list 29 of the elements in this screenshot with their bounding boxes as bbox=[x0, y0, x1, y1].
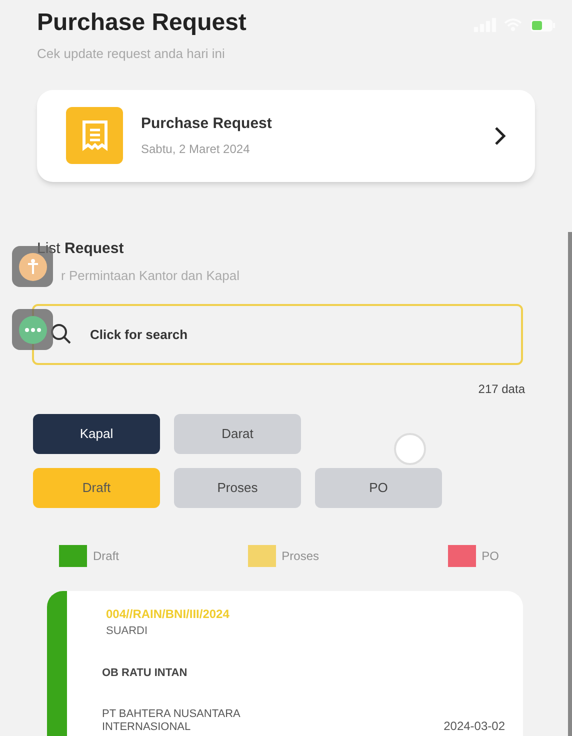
list-subtitle: r Permintaan Kantor dan Kapal bbox=[61, 267, 240, 285]
card-date: Sabtu, 2 Maret 2024 bbox=[141, 140, 251, 158]
legend-label: PO bbox=[482, 548, 499, 564]
legend-label: Proses bbox=[282, 548, 320, 564]
filter-button[interactable]: Proses bbox=[174, 468, 301, 508]
data-count: 217 data bbox=[478, 380, 525, 398]
search-icon bbox=[50, 322, 72, 344]
chevron-right-icon bbox=[494, 126, 506, 146]
page-title: Purchase Request bbox=[37, 8, 246, 38]
filter-button[interactable]: Draft bbox=[33, 468, 160, 508]
card-title: Purchase Request bbox=[141, 114, 273, 134]
filter-button[interactable]: Kapal bbox=[33, 414, 160, 454]
requester-name: SUARDI bbox=[106, 624, 149, 638]
vessel-name: OB RATU INTAN bbox=[102, 666, 188, 681]
request-number: 004//RAIN/BNI/III/2024 bbox=[106, 606, 230, 622]
list-title: List Request bbox=[37, 240, 124, 256]
page-subtitle: Cek update request anda hari ini bbox=[37, 45, 226, 63]
request-card[interactable]: 004//RAIN/BNI/III/2024 SUARDI OB RATU INTAN PT BAHTERA NUSANTARA INTERNASIONAL 2024-03-02 bbox=[47, 590, 523, 736]
company-name: PT BAHTERA NUSANTARA INTERNASIONAL bbox=[102, 708, 242, 735]
search-field[interactable]: Click for search bbox=[32, 304, 523, 364]
more-button[interactable] bbox=[12, 309, 53, 350]
battery-icon bbox=[530, 18, 556, 32]
legend-label: Draft bbox=[93, 548, 120, 564]
menu-card[interactable]: Purchase Request Sabtu, 2 Maret 2024 bbox=[37, 90, 535, 182]
filter-button[interactable]: Darat bbox=[174, 414, 301, 454]
filter-button[interactable]: PO bbox=[315, 468, 442, 508]
touch-indicator bbox=[394, 433, 426, 465]
receipt-icon bbox=[66, 107, 123, 164]
request-date: 2024-03-02 bbox=[444, 718, 505, 735]
